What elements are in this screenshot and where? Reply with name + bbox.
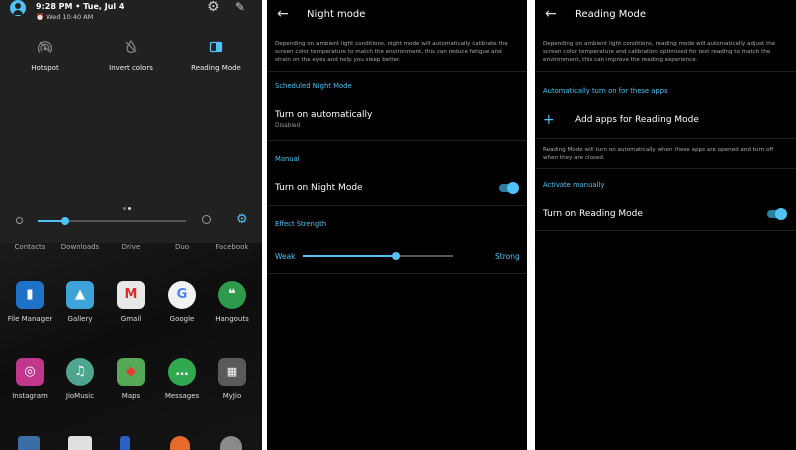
partial-app-icon — [170, 436, 190, 450]
reading-mode-header: ← Reading Mode — [535, 0, 796, 30]
auto-brightness-icon[interactable]: ⚙ — [236, 213, 248, 226]
turn-on-automatically-item[interactable]: Turn on automatically — [275, 110, 372, 120]
app-label-downloads[interactable]: Downloads — [54, 243, 106, 251]
divider — [267, 273, 527, 274]
reading-mode-apps-note: Reading Mode will turn on automatically … — [543, 147, 774, 161]
page-dot — [123, 207, 126, 210]
activate-manually-section-header: Activate manually — [543, 181, 605, 189]
edit-pencil-icon[interactable]: ✎ — [235, 0, 245, 14]
add-apps-button[interactable]: Add apps for Reading Mode — [575, 115, 699, 125]
partial-app-icon — [68, 436, 92, 450]
app-label-duo[interactable]: Duo — [156, 243, 208, 251]
reading-mode-screen: ← Reading Mode Depending on ambient ligh… — [535, 0, 796, 450]
app-label-facebook[interactable]: Facebook — [206, 243, 258, 251]
reading-mode-toggle-label: Turn on Reading Mode — [543, 209, 643, 219]
divider — [267, 71, 527, 72]
partial-app-icon — [18, 436, 40, 450]
weak-label: Weak — [275, 252, 296, 261]
app-hangouts-label: Hangouts — [215, 315, 249, 323]
page-indicator — [123, 195, 133, 214]
back-arrow-icon[interactable]: ← — [545, 6, 557, 22]
reading-mode-toggle[interactable] — [767, 208, 787, 220]
page-title: Reading Mode — [575, 9, 647, 20]
quick-settings-screen: 9:28 PM • Tue, Jul 4 ⏰ Wed 10:40 AM ⚙ ✎ … — [0, 0, 262, 450]
myjio-icon: ▦ — [218, 358, 246, 386]
auto-apps-section-header: Automatically turn on for these apps — [543, 87, 668, 95]
tile-invert-colors-label: Invert colors — [109, 64, 153, 72]
strong-label: Strong — [495, 252, 520, 261]
manual-section-header: Manual — [275, 155, 300, 163]
brightness-knob[interactable] — [60, 217, 69, 225]
reading-mode-description: Depending on ambient light conditions, r… — [543, 41, 776, 63]
auto-status-text: Disabled — [275, 123, 301, 129]
night-mode-header: ← Night mode — [267, 0, 527, 30]
app-myjio[interactable]: ▦ MyJio — [202, 358, 262, 400]
google-icon: G — [168, 281, 196, 309]
file-manager-icon: ▮ — [16, 281, 44, 309]
scheduled-section-header: Scheduled Night Mode — [275, 82, 352, 90]
gmail-icon: M — [117, 281, 145, 309]
brightness-slider[interactable] — [38, 217, 186, 225]
user-avatar-icon[interactable] — [10, 0, 26, 16]
app-label-drive[interactable]: Drive — [105, 243, 157, 251]
night-mode-screen: ← Night mode Depending on ambient light … — [267, 0, 527, 450]
app-myjio-label: MyJio — [222, 392, 242, 400]
add-icon[interactable]: + — [543, 113, 555, 127]
invert-colors-icon — [125, 40, 137, 54]
page-dot-active — [128, 207, 131, 210]
gallery-icon: ▲ — [66, 281, 94, 309]
alarm-time-text: Wed 10:40 AM — [46, 13, 94, 21]
divider — [535, 138, 796, 139]
brightness-low-icon — [16, 217, 23, 224]
settings-gear-icon[interactable]: ⚙ — [207, 0, 220, 14]
tile-reading-mode[interactable]: Reading Mode — [176, 40, 256, 72]
hangouts-icon: ❝ — [218, 281, 246, 309]
night-mode-description: Depending on ambient light conditions, n… — [275, 41, 508, 63]
divider — [535, 230, 796, 231]
partial-app-icon — [220, 436, 242, 450]
effect-strength-fill — [303, 255, 396, 257]
reading-mode-icon — [209, 41, 223, 53]
divider — [267, 205, 527, 206]
tile-hotspot[interactable]: Hotspot — [5, 40, 85, 72]
back-arrow-icon[interactable]: ← — [277, 6, 289, 22]
instagram-icon: ◎ — [16, 358, 44, 386]
page-title: Night mode — [307, 9, 366, 20]
divider — [535, 168, 796, 169]
toggle-knob — [507, 182, 519, 194]
effect-strength-slider[interactable] — [303, 252, 453, 260]
maps-icon: ◆ — [117, 358, 145, 386]
app-label-contacts[interactable]: Contacts — [4, 243, 56, 251]
divider — [267, 140, 527, 141]
messages-icon: … — [168, 358, 196, 386]
night-mode-toggle[interactable] — [499, 182, 519, 194]
toggle-knob — [775, 208, 787, 220]
alarm-time: ⏰ Wed 10:40 AM — [36, 13, 94, 21]
night-mode-toggle-label: Turn on Night Mode — [275, 183, 363, 193]
effect-strength-knob[interactable] — [392, 252, 400, 260]
quick-settings-panel: 9:28 PM • Tue, Jul 4 ⏰ Wed 10:40 AM ⚙ ✎ … — [0, 0, 262, 243]
home-screen: Contacts Downloads Drive Duo Facebook ▮ … — [0, 243, 262, 450]
app-hangouts[interactable]: ❝ Hangouts — [202, 281, 262, 323]
partial-app-icon — [120, 436, 130, 450]
tile-hotspot-label: Hotspot — [31, 64, 59, 72]
divider — [535, 71, 796, 72]
status-time: 9:28 PM • Tue, Jul 4 — [36, 2, 125, 11]
hotspot-icon — [38, 41, 52, 53]
effect-section-header: Effect Strength — [275, 220, 327, 228]
jiomusic-icon: ♫ — [66, 358, 94, 386]
tile-invert-colors[interactable]: Invert colors — [91, 40, 171, 72]
brightness-high-icon — [202, 215, 211, 224]
tile-reading-mode-label: Reading Mode — [191, 64, 241, 72]
